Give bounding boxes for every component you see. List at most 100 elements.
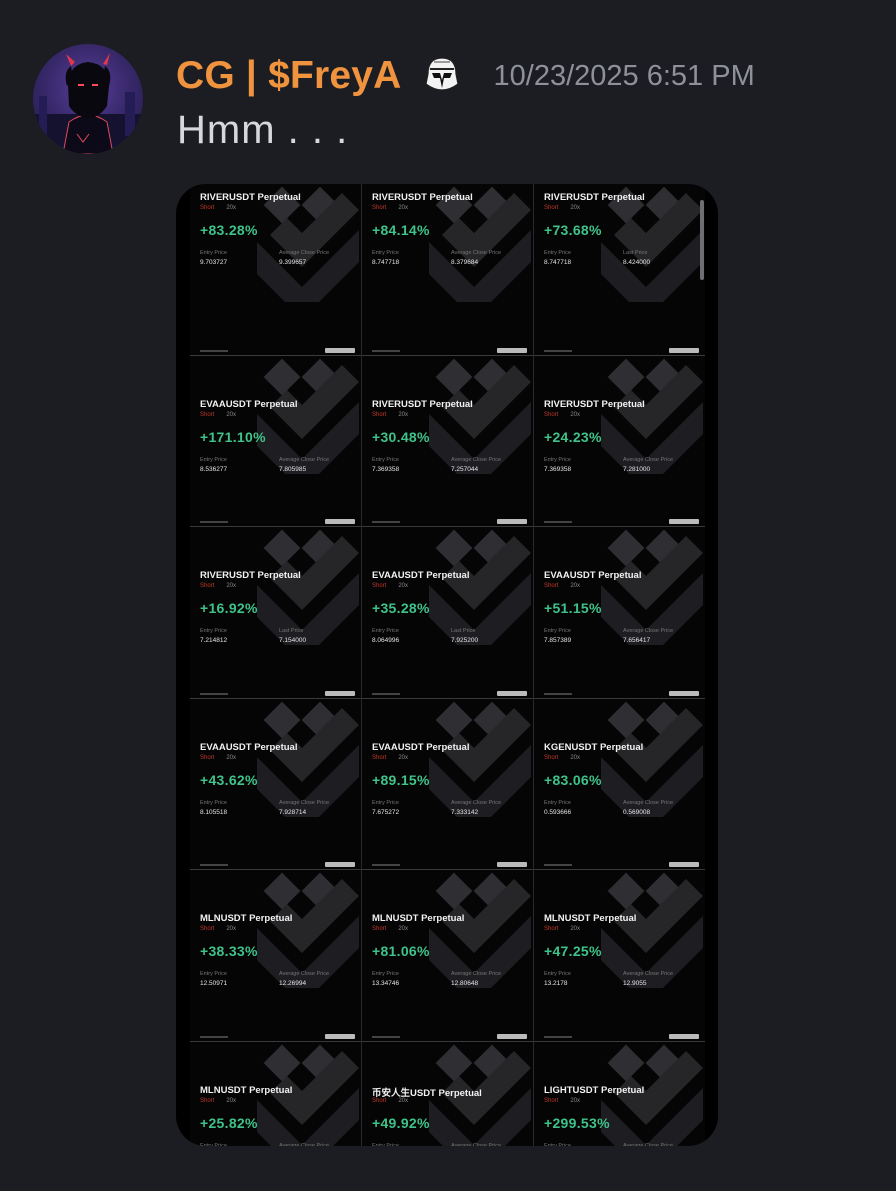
qr-footer	[325, 690, 355, 696]
leverage-label: 20x	[570, 583, 581, 589]
qr-footer	[497, 1033, 527, 1039]
pnl-percent: +30.48%	[372, 428, 430, 445]
pair-name: KGENUSDT Perpetual	[544, 741, 644, 753]
close-label: Average Close Price	[279, 1142, 330, 1147]
entry-label: Entry Price	[544, 799, 571, 806]
entry-value: 12.50971	[200, 980, 228, 987]
close-label: Average Close Price	[623, 799, 674, 806]
pnl-percent: +49.92%	[372, 1114, 430, 1131]
close-value: 8.379684	[451, 259, 479, 266]
side-label: Short	[372, 1097, 387, 1104]
leverage-label: 20x	[398, 926, 409, 932]
pair-name: RIVERUSDT Perpetual	[200, 192, 301, 203]
pnl-percent: +89.15%	[372, 771, 430, 788]
pair-name: RIVERUSDT Perpetual	[200, 570, 301, 581]
close-value: 0.569008	[623, 808, 651, 816]
qr-footer	[497, 862, 527, 867]
position-side: Short 20x	[544, 583, 580, 589]
entry-value: 8.747718	[372, 259, 400, 266]
leverage-label: 20x	[398, 205, 409, 211]
leverage-label: 20x	[398, 411, 409, 418]
leverage-label: 20x	[226, 411, 237, 418]
brand-footer	[372, 1035, 400, 1038]
entry-label: Entry Price	[544, 971, 571, 977]
avatar[interactable]	[33, 44, 143, 154]
entry-value: 8.105518	[200, 808, 228, 816]
pnl-card: RIVERUSDT Perpetual Short 20x +83.28% Ent…	[190, 184, 361, 356]
entry-label: Entry Price	[372, 799, 399, 806]
side-label: Short	[372, 754, 387, 761]
close-value: 7.656417	[623, 637, 651, 644]
pnl-card: KGENUSDT Perpetual Short 20x +83.06% Entr…	[534, 698, 705, 870]
scrollbar[interactable]	[700, 200, 704, 280]
entry-value: 8.536277	[200, 465, 228, 473]
message-text: Hmm . . .	[177, 108, 349, 152]
brand-footer	[372, 864, 400, 866]
pair-name: RIVERUSDT Perpetual	[544, 192, 645, 203]
position-side: Short 20x	[372, 926, 408, 932]
position-side: Short 20x	[200, 583, 236, 589]
entry-label: Entry Price	[200, 799, 227, 806]
close-label: Last Price	[623, 250, 648, 256]
pair-name: EVAAUSDT Perpetual	[200, 741, 298, 753]
anime-avatar-icon	[33, 53, 143, 154]
close-value: 7.928714	[279, 808, 307, 816]
leverage-label: 20x	[570, 926, 581, 932]
leverage-label: 20x	[226, 205, 237, 211]
side-label: Short	[544, 411, 559, 418]
qr-footer	[497, 519, 527, 524]
side-label: Short	[200, 411, 215, 418]
side-label: Short	[200, 583, 215, 589]
side-label: Short	[544, 754, 559, 761]
leverage-label: 20x	[226, 1097, 237, 1104]
close-value: 12.9055	[623, 980, 647, 987]
pnl-percent: +35.28%	[372, 600, 430, 616]
side-label: Short	[544, 926, 559, 932]
close-label: Average Close Price	[451, 250, 502, 256]
pair-name: LIGHTUSDT Perpetual	[544, 1084, 645, 1096]
pnl-card: RIVERUSDT Perpetual Short 20x +24.23% Ent…	[534, 355, 705, 527]
pair-name: EVAAUSDT Perpetual	[200, 398, 298, 410]
entry-value: 13.2178	[544, 980, 568, 987]
entry-label: Entry Price	[372, 1142, 399, 1147]
timestamp: 10/23/2025 6:51 PM	[493, 59, 755, 92]
brand-footer	[372, 692, 400, 695]
close-label: Average Close Price	[279, 456, 330, 463]
entry-value: 7.369358	[544, 465, 572, 473]
entry-label: Entry Price	[544, 250, 571, 256]
image-attachment[interactable]: RIVERUSDT Perpetual Short 20x +83.28% Ent…	[176, 184, 718, 1146]
qr-footer	[497, 690, 527, 696]
qr-footer	[669, 690, 699, 696]
entry-label: Entry Price	[544, 456, 571, 463]
pnl-card: RIVERUSDT Perpetual Short 20x +30.48% Ent…	[362, 355, 533, 527]
side-label: Short	[544, 205, 559, 211]
pnl-percent: +16.92%	[200, 600, 258, 616]
entry-value: 0.593666	[544, 808, 572, 816]
position-side: Short 20x	[544, 412, 580, 418]
pnl-percent: +84.14%	[372, 222, 430, 238]
close-value: 7.805985	[279, 465, 307, 473]
side-label: Short	[200, 926, 215, 932]
position-side: Short 20x	[372, 412, 408, 418]
entry-value: 9.703727	[200, 259, 228, 266]
pair-name: MLNUSDT Perpetual	[200, 913, 293, 924]
close-label: Average Close Price	[623, 456, 674, 463]
pair-name: 币安人生USDT Perpetual	[372, 1087, 482, 1099]
pnl-percent: +83.06%	[544, 771, 602, 788]
close-value: 7.925200	[451, 637, 479, 644]
leverage-label: 20x	[226, 754, 237, 761]
pnl-card: EVAAUSDT Perpetual Short 20x +43.62% Entr…	[190, 698, 361, 870]
brand-footer	[372, 521, 400, 523]
username[interactable]: CG | $FreyA	[176, 54, 402, 98]
close-label: Last Price	[279, 628, 304, 634]
position-side: Short 20x	[200, 205, 236, 211]
pair-name: RIVERUSDT Perpetual	[544, 398, 645, 410]
brand-footer	[544, 864, 572, 866]
pnl-card: MLNUSDT Perpetual Short 20x +25.82% Entry…	[190, 1041, 361, 1147]
close-value: 7.281000	[623, 465, 651, 473]
pair-name: RIVERUSDT Perpetual	[372, 398, 473, 410]
side-label: Short	[200, 1097, 215, 1104]
side-label: Short	[372, 205, 387, 211]
close-value: 9.399657	[279, 259, 307, 266]
brand-footer	[544, 349, 572, 352]
